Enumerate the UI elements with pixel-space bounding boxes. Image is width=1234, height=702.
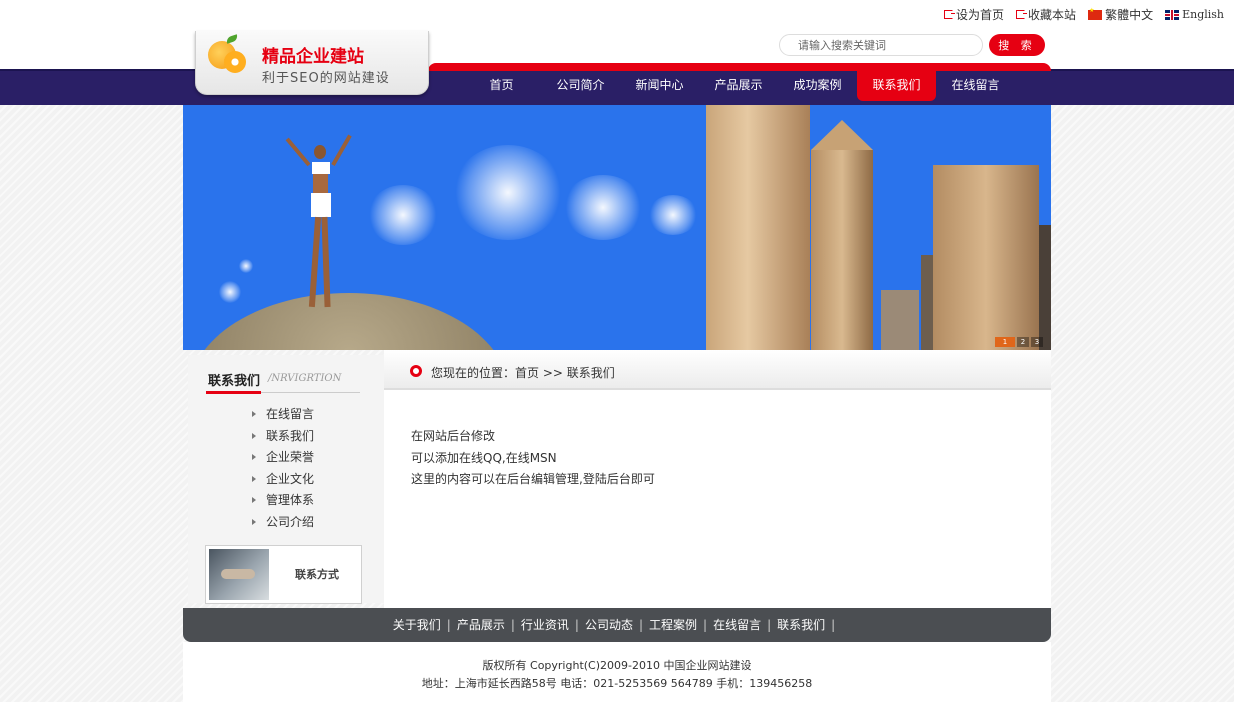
dandelion-puff — [239, 259, 253, 273]
content-line: 这里的内容可以在后台编辑管理,登陆后台即可 — [411, 472, 655, 486]
china-flag-icon — [1088, 7, 1103, 20]
set-home-link[interactable]: 设为首页 — [944, 6, 1004, 23]
content-line: 在网站后台修改 — [411, 429, 496, 443]
english-label: English — [1182, 8, 1224, 21]
dandelion-puff — [368, 185, 438, 245]
dandelion-puff — [219, 281, 241, 303]
search-button[interactable]: 搜 索 — [989, 34, 1045, 56]
set-home-label: 设为首页 — [956, 8, 1005, 22]
sidebar-item-honors[interactable]: 企业荣誉 — [252, 447, 314, 469]
woman-figure — [285, 131, 352, 317]
nav-item-products[interactable]: 产品展示 — [699, 69, 778, 101]
english-link[interactable]: English — [1165, 8, 1224, 21]
contact-method-box[interactable]: 联系方式 — [205, 545, 362, 604]
dandelion-puff — [563, 175, 643, 240]
logo[interactable]: 精品企业建站 利于SEO的网站建设 — [195, 31, 429, 95]
dandelion-puff — [453, 145, 563, 240]
address-text: 地址：上海市延长西路58号 电话：021-5253569 564789 手机：1… — [421, 677, 813, 690]
footer-nav: 关于我们 | 产品展示 | 行业资讯 | 公司动态 | 工程案例 | 在线留言 | 联系我们 | — [183, 608, 1051, 642]
set-home-icon — [944, 10, 956, 19]
footer-separator: | — [574, 618, 579, 632]
sidebar-item-contact[interactable]: 联系我们 — [252, 426, 314, 448]
sidebar-item-management[interactable]: 管理体系 — [252, 490, 314, 512]
sidebar-item-guestbook[interactable]: 在线留言 — [252, 404, 314, 426]
banner-page-1[interactable]: 1 — [995, 337, 1015, 347]
footer-links: 关于我们 | 产品展示 | 行业资讯 | 公司动态 | 工程案例 | 在线留言 | 联系我们 | — [183, 608, 1051, 642]
skyscraper — [1039, 225, 1051, 350]
footer-separator: | — [638, 618, 644, 632]
banner-page-3[interactable]: 3 — [1031, 337, 1043, 347]
logo-title: 精品企业建站 — [262, 47, 364, 67]
banner-pager: 1 2 3 — [995, 337, 1043, 347]
skyscraper — [921, 255, 933, 350]
orange-logo-icon — [208, 41, 246, 73]
footer-link-company-news[interactable]: 公司动态 — [585, 618, 633, 632]
skyscraper — [933, 165, 1039, 350]
breadcrumb-separator: >> — [542, 366, 563, 380]
footer-link-industry[interactable]: 行业资讯 — [521, 618, 569, 632]
nav-item-guestbook[interactable]: 在线留言 — [936, 69, 1015, 101]
contact-method-label: 联系方式 — [295, 568, 339, 581]
banner: 1 2 3 — [183, 105, 1051, 350]
sidebar-title-en: /NRVIGRTION — [268, 373, 342, 384]
logo-subtitle: 利于SEO的网站建设 — [262, 71, 390, 86]
content-body: 在网站后台修改 可以添加在线QQ,在线MSN 这里的内容可以在后台编辑管理,登陆… — [411, 426, 655, 491]
breadcrumb: 您现在的位置：首页 >> 联系我们 — [384, 350, 1051, 390]
sidebar-item-intro[interactable]: 公司介绍 — [252, 512, 314, 534]
footer-separator: | — [767, 618, 772, 632]
traditional-chinese-label: 繁體中文 — [1105, 8, 1154, 22]
footer-link-about[interactable]: 关于我们 — [393, 618, 441, 632]
hill — [189, 293, 509, 350]
footer-separator: | — [703, 618, 708, 632]
nav-item-news[interactable]: 新闻中心 — [620, 69, 699, 101]
nav-item-cases[interactable]: 成功案例 — [778, 69, 857, 101]
bookmark-link[interactable]: 收藏本站 — [1016, 6, 1076, 23]
footer-link-contact[interactable]: 联系我们 — [777, 618, 825, 632]
footer-separator: | — [446, 618, 451, 632]
footer-link-guestbook[interactable]: 在线留言 — [713, 618, 761, 632]
copyright-text: 版权所有 Copyright(C)2009-2010 中国企业网站建设 — [482, 659, 752, 672]
footer-link-products[interactable]: 产品展示 — [457, 618, 505, 632]
breadcrumb-home[interactable]: 首页 — [515, 366, 539, 380]
bookmark-icon — [1016, 10, 1028, 19]
uk-flag-icon — [1165, 9, 1180, 20]
main-nav: 首页 公司简介 新闻中心 产品展示 成功案例 联系我们 在线留言 — [462, 69, 1015, 101]
footer-separator: | — [831, 618, 836, 632]
dandelion-puff — [648, 195, 698, 235]
sidebar-title: 联系我们 — [208, 374, 261, 389]
location-icon — [410, 365, 422, 377]
footer-separator: | — [510, 618, 515, 632]
sidebar: 联系我们 /NRVIGRTION 在线留言 联系我们 企业荣誉 企业文化 管理体… — [188, 355, 384, 604]
breadcrumb-current: 联系我们 — [566, 366, 615, 380]
nav-item-about[interactable]: 公司简介 — [541, 69, 620, 101]
skyscraper — [811, 150, 873, 350]
traditional-chinese-link[interactable]: 繁體中文 — [1088, 6, 1153, 23]
sidebar-list: 在线留言 联系我们 企业荣誉 企业文化 管理体系 公司介绍 — [252, 404, 314, 534]
nav-item-contact[interactable]: 联系我们 — [857, 69, 936, 101]
search-input[interactable] — [779, 34, 983, 56]
main-content: 您现在的位置：首页 >> 联系我们 在网站后台修改 可以添加在线QQ,在线MSN… — [384, 350, 1051, 608]
breadcrumb-prefix: 您现在的位置： — [431, 366, 516, 380]
sidebar-item-culture[interactable]: 企业文化 — [252, 469, 314, 491]
breadcrumb-text: 您现在的位置：首页 >> 联系我们 — [431, 364, 615, 381]
banner-page-2[interactable]: 2 — [1017, 337, 1029, 347]
skyscraper — [706, 105, 810, 350]
top-links: 设为首页 收藏本站 繁體中文 English — [944, 6, 1224, 23]
content-line: 可以添加在线QQ,在线MSN — [411, 450, 557, 465]
footer-info: 版权所有 Copyright(C)2009-2010 中国企业网站建设 地址：上… — [183, 642, 1051, 702]
skyscraper — [811, 120, 873, 150]
sidebar-divider-accent — [206, 391, 261, 394]
handshake-image — [209, 549, 269, 600]
footer-link-cases[interactable]: 工程案例 — [649, 618, 697, 632]
skyscraper — [881, 290, 919, 350]
nav-item-home[interactable]: 首页 — [462, 69, 541, 101]
bookmark-label: 收藏本站 — [1028, 8, 1077, 22]
